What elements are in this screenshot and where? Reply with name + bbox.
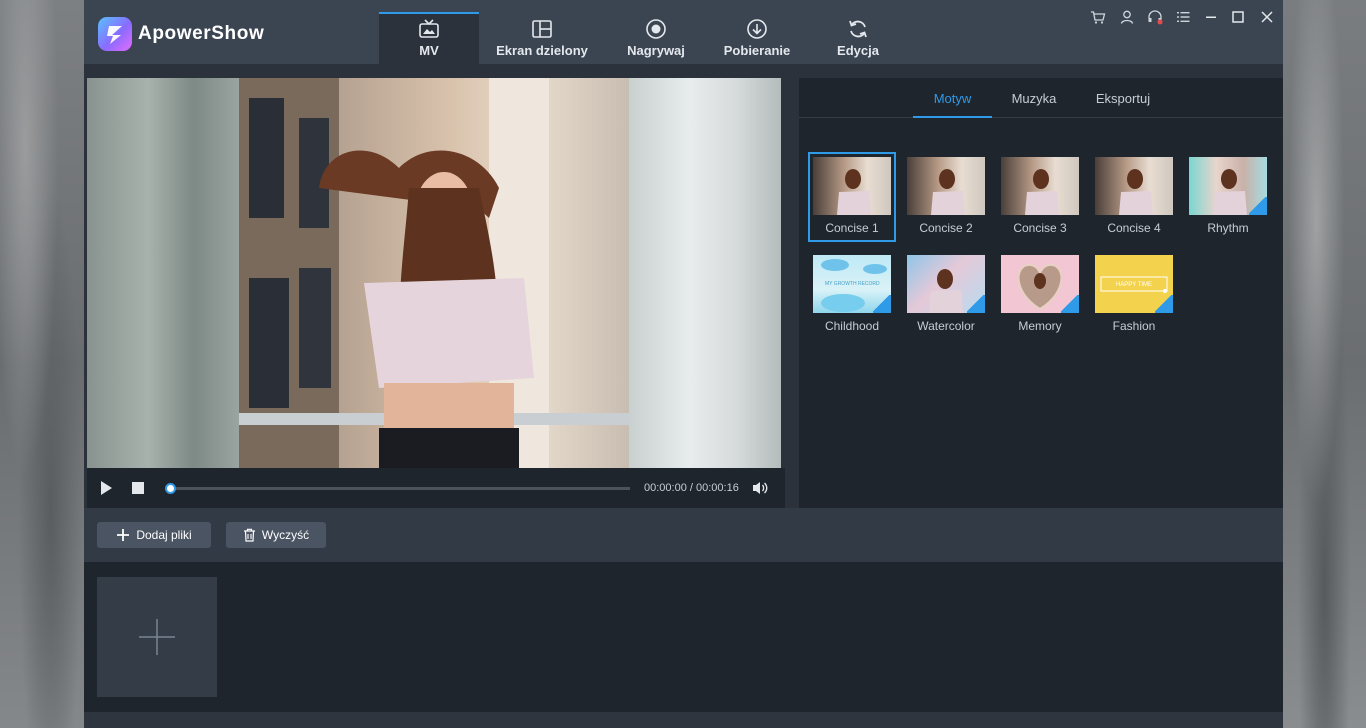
download-icon [747,19,767,39]
tv-icon [419,19,439,38]
maximize-icon[interactable] [1229,8,1247,26]
theme-thumbnail [1001,255,1079,313]
status-bar [84,712,1283,728]
theme-concise-1[interactable]: Concise 1 [808,152,896,242]
theme-memory[interactable]: Memory [997,251,1083,339]
support-icon[interactable] [1146,8,1164,26]
theme-childhood[interactable]: MY GROWTH RECORD Childhood [809,251,895,339]
theme-label: Memory [1018,319,1062,333]
tab-edit[interactable]: Edycja [822,12,894,64]
volume-icon[interactable] [751,480,769,496]
tab-mv[interactable]: MV [379,12,479,64]
close-icon[interactable] [1258,8,1276,26]
theme-label: Concise 4 [1107,221,1161,235]
app-window: ApowerShow MV Ekran dzielony Nagrywaj Po… [84,0,1283,728]
add-media-tile[interactable] [97,577,217,697]
tab-record-label: Nagrywaj [627,43,685,58]
seek-handle[interactable] [165,483,176,494]
theme-concise-3[interactable]: Concise 3 [997,153,1083,241]
active-tab-indicator [913,116,992,118]
theme-thumbnail [907,157,985,215]
split-screen-icon [532,20,552,38]
trash-icon [243,528,255,542]
user-icon[interactable] [1118,8,1136,26]
app-logo-icon [98,17,132,51]
theme-concise-4[interactable]: Concise 4 [1091,153,1177,241]
tab-theme[interactable]: Motyw [913,91,992,106]
download-badge-icon [1155,295,1173,313]
menu-icon[interactable] [1174,8,1192,26]
theme-label: Childhood [824,319,880,333]
theme-thumbnail: MY GROWTH RECORD [813,255,891,313]
fashion-thumb-text: HAPPY TIME [1116,282,1152,288]
tab-split-screen[interactable]: Ekran dzielony [489,12,595,64]
theme-thumbnail [1095,157,1173,215]
clear-button[interactable]: Wyczyść [226,522,326,548]
preview-photo [239,78,629,468]
theme-label: Concise 2 [919,221,973,235]
add-files-label: Dodaj pliki [136,528,192,542]
theme-thumbnail: HAPPY TIME [1095,255,1173,313]
theme-rhythm[interactable]: Rhythm [1185,153,1271,241]
add-files-button[interactable]: Dodaj pliki [97,522,211,548]
title-bar: ApowerShow MV Ekran dzielony Nagrywaj Po… [84,0,1283,64]
record-icon [646,19,666,39]
theme-thumbnail [813,157,891,215]
desktop-background-left [0,0,84,728]
download-badge-icon [967,295,985,313]
player-controls: 00:00:00 / 00:00:16 [87,468,785,508]
theme-fashion[interactable]: HAPPY TIME Fashion [1091,251,1177,339]
tab-record[interactable]: Nagrywaj [616,12,696,64]
theme-thumbnail [1189,157,1267,215]
theme-watercolor[interactable]: Watercolor [903,251,989,339]
minimize-icon[interactable] [1202,8,1220,26]
cart-icon[interactable] [1089,8,1107,26]
video-preview [87,78,781,468]
theme-concise-2[interactable]: Concise 2 [903,153,989,241]
time-display: 00:00:00 / 00:00:16 [644,482,739,494]
theme-label: Fashion [1112,319,1156,333]
desktop-background-right [1283,0,1366,728]
clear-label: Wyczyść [261,528,310,542]
tab-download-label: Pobieranie [723,43,791,58]
preview-blur-right [629,78,781,468]
play-icon[interactable] [99,479,113,497]
theme-thumbnail [907,255,985,313]
theme-thumbnail [1001,157,1079,215]
download-badge-icon [873,295,891,313]
childhood-thumb-text: MY GROWTH RECORD [825,281,880,287]
preview-blur-left [87,78,239,468]
seek-bar[interactable] [170,487,630,490]
download-badge-icon [1249,197,1267,215]
tab-divider [799,117,1283,118]
app-name: ApowerShow [138,23,265,44]
tab-music[interactable]: Muzyka [999,91,1069,106]
theme-label: Watercolor [917,319,975,333]
tab-edit-label: Edycja [837,43,879,58]
theme-label: Rhythm [1207,221,1249,235]
tab-split-screen-label: Ekran dzielony [496,43,588,58]
theme-label: Concise 1 [825,221,879,235]
tab-export[interactable]: Eksportuj [1085,91,1161,106]
refresh-icon [849,20,867,38]
theme-label: Concise 3 [1013,221,1067,235]
download-badge-icon [1061,295,1079,313]
media-library [84,562,1283,712]
tab-mv-label: MV [419,43,439,58]
stop-icon[interactable] [131,481,145,495]
add-media-plus-icon [139,619,175,655]
tab-download[interactable]: Pobieranie [716,12,798,64]
plus-icon [117,529,130,541]
bottom-toolbar: Dodaj pliki Wyczyść [84,508,1283,562]
theme-panel: Motyw Muzyka Eksportuj Concise 1 Concise… [799,78,1283,508]
